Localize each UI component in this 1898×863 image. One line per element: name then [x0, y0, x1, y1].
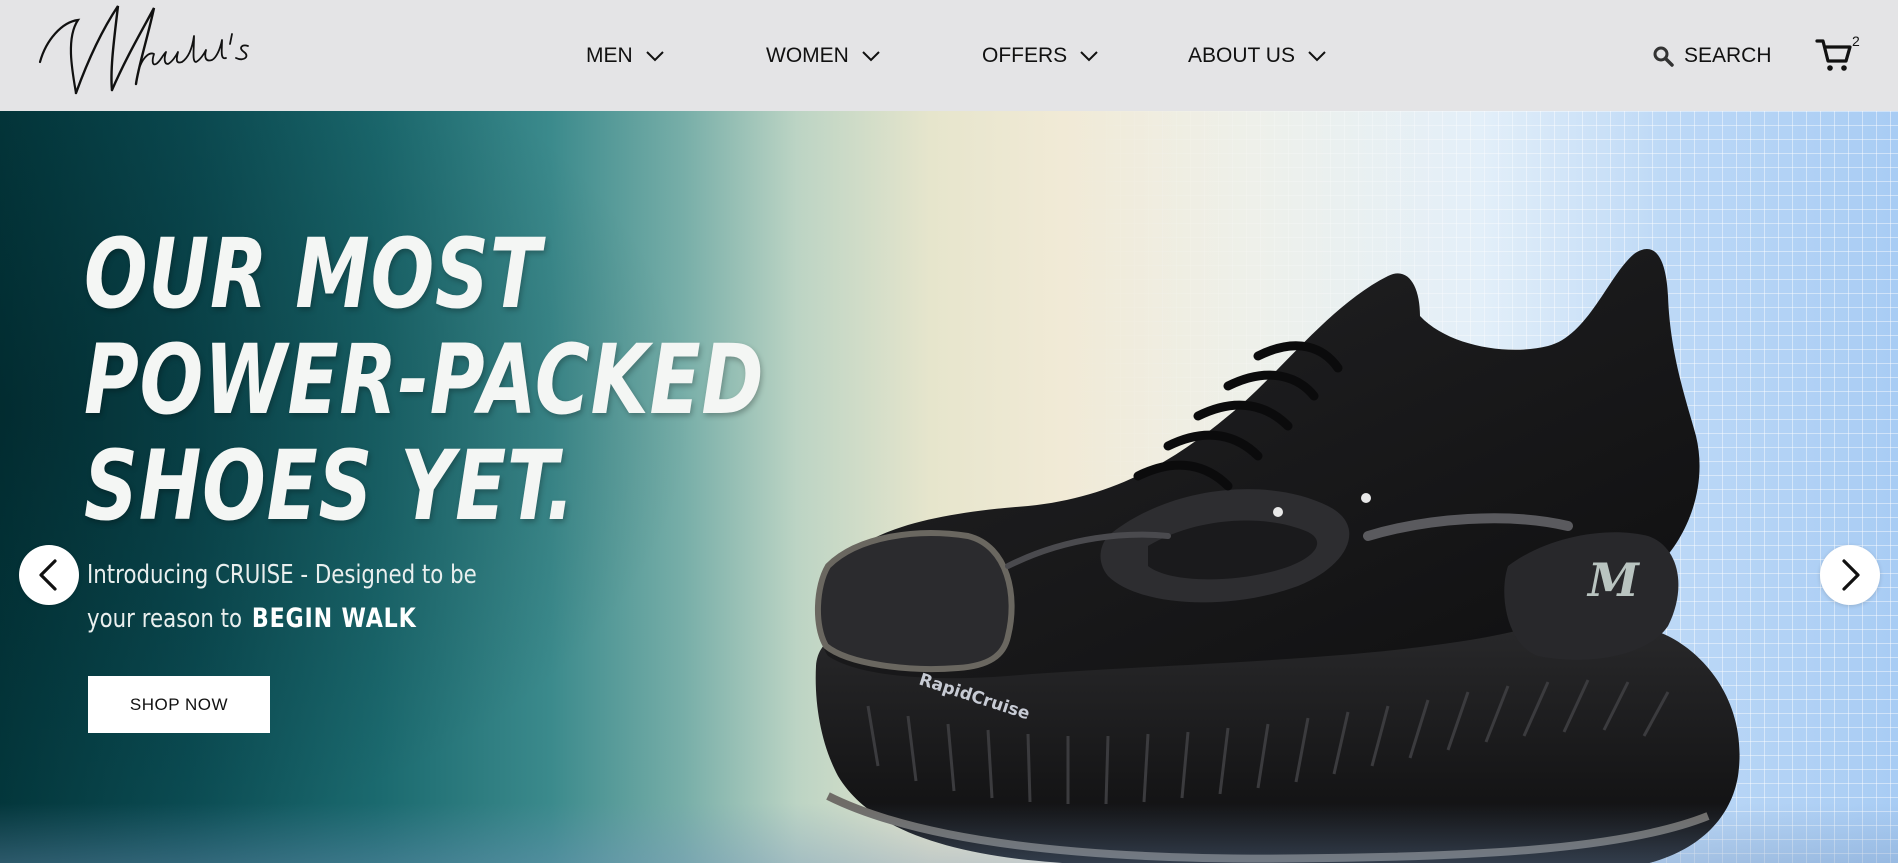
carousel-next-button[interactable] [1820, 545, 1880, 605]
headline-line-1: OUR MOST [84, 218, 542, 330]
nav-item-offers[interactable]: OFFERS [982, 42, 1099, 70]
site-header: MEN WOMEN OFFERS ABOUT US SEARCH 2 [0, 0, 1898, 111]
nav-item-label: ABOUT US [1188, 44, 1295, 67]
shoe-heel-logo: M [1586, 553, 1641, 607]
chevron-down-icon [862, 51, 880, 62]
hero-banner: OUR MOST POWER-PACKED SHOES YET. Introdu… [0, 111, 1898, 863]
hero-intro-text: Introducing CRUISE - Designed to be your… [87, 553, 477, 641]
cart-count-badge: 2 [1852, 33, 1860, 49]
search-icon [1653, 46, 1674, 67]
logo-script-mark [38, 5, 249, 95]
headline-line-3: SHOES YET. [84, 430, 576, 542]
nav-item-label: WOMEN [766, 44, 849, 67]
hero-bottom-fade [0, 803, 1898, 863]
intro-line-2: your reason to BEGIN WALK [87, 597, 477, 641]
chevron-right-icon [1842, 559, 1860, 591]
nav-item-label: MEN [586, 44, 633, 67]
nav-item-women[interactable]: WOMEN [766, 42, 881, 70]
nav-item-men[interactable]: MEN [586, 42, 665, 70]
shop-now-button[interactable]: SHOP NOW [88, 676, 270, 733]
chevron-down-icon [1308, 51, 1326, 62]
search-label: SEARCH [1684, 44, 1772, 67]
hero-shoe-image: RapidCruise M [815, 249, 1740, 863]
brand-logo[interactable] [36, 0, 266, 100]
headline-line-2: POWER-PACKED [84, 324, 765, 436]
cart-button[interactable]: 2 [1815, 33, 1865, 77]
begin-walk-brandmark: BEGIN WALK [251, 603, 417, 634]
nav-item-label: OFFERS [982, 44, 1068, 67]
intro-line-1: Introducing CRUISE - Designed to be [87, 560, 477, 590]
cart-icon [1815, 39, 1852, 71]
chevron-left-icon [39, 559, 57, 591]
search-button[interactable]: SEARCH [1652, 42, 1772, 70]
hero-headline: OUR MOST POWER-PACKED SHOES YET. [84, 218, 765, 542]
chevron-down-icon [645, 51, 664, 62]
intro-line-2-text: your reason to [87, 604, 243, 634]
carousel-prev-button[interactable] [19, 545, 79, 605]
chevron-down-icon [1080, 51, 1098, 62]
nav-item-about-us[interactable]: ABOUT US [1188, 42, 1327, 70]
